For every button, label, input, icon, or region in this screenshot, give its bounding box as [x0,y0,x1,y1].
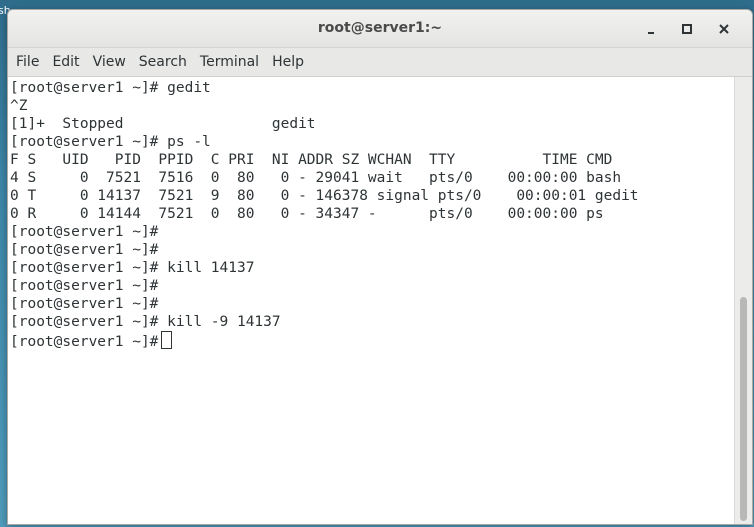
menu-help[interactable]: Help [272,54,313,70]
terminal-line: [root@server1 ~]# [10,224,159,240]
minimize-icon [648,32,654,34]
terminal-line: [root@server1 ~]# kill 14137 [10,260,255,276]
terminal-line: F S UID PID PPID C PRI NI ADDR SZ WCHAN … [10,152,613,168]
terminal-line: [1]+ Stopped gedit [10,116,316,132]
terminal-line: 4 S 0 7521 7516 0 80 0 - 29041 wait pts/… [10,170,622,186]
menu-terminal[interactable]: Terminal [200,54,268,70]
terminal-line: 0 T 0 14137 7521 9 80 0 - 146378 signal … [10,188,639,204]
terminal-line: [root@server1 ~]# gedit [10,80,211,96]
terminal-line: [root@server1 ~]# [10,278,159,294]
menu-file[interactable]: File [16,54,48,70]
terminal-line: [root@server1 ~]# [10,296,159,312]
menu-edit[interactable]: Edit [52,54,88,70]
terminal-prompt: [root@server1 ~]# [10,334,159,350]
terminal-output[interactable]: [root@server1 ~]# gedit ^Z [1]+ Stopped … [8,77,734,524]
menu-search[interactable]: Search [139,54,196,70]
titlebar[interactable]: root@server1:~ [8,10,752,48]
minimize-button[interactable] [641,19,661,39]
terminal-prompt-line[interactable]: [root@server1 ~]# [10,331,734,350]
menu-view[interactable]: View [93,54,135,70]
maximize-icon [682,24,692,34]
text-cursor [161,331,173,349]
close-icon [719,24,729,34]
terminal-line: ^Z [10,98,28,114]
scrollbar-thumb[interactable] [740,297,747,521]
terminal-window: root@server1:~ File Edit View Search Ter… [7,9,753,525]
terminal-line: [root@server1 ~]# kill -9 14137 [10,314,281,330]
close-button[interactable] [714,19,734,39]
terminal-line: [root@server1 ~]# [10,242,159,258]
maximize-button[interactable] [677,19,697,39]
terminal-line: 0 R 0 14144 7521 0 80 0 - 34347 - pts/0 … [10,206,604,222]
terminal-line: [root@server1 ~]# ps -l [10,134,211,150]
menu-bar: File Edit View Search Terminal Help [8,48,752,77]
vertical-scrollbar[interactable] [734,77,752,524]
